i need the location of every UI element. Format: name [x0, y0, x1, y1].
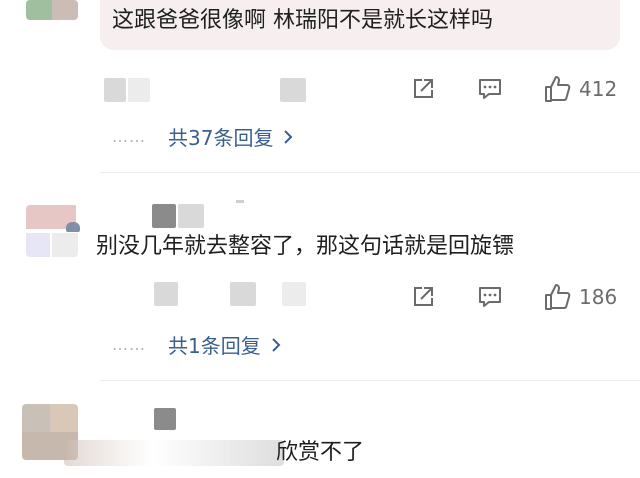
- redacted-username: [178, 204, 204, 228]
- divider: [100, 380, 640, 381]
- chevron-right-icon: [284, 129, 293, 144]
- comment-text: 欣赏不了: [276, 440, 365, 465]
- ellipsis-icon: ……: [112, 127, 146, 146]
- redacted-username: [104, 78, 126, 102]
- thumbs-up-icon: [545, 284, 571, 310]
- like-button[interactable]: 412: [543, 74, 617, 104]
- avatar[interactable]: [26, 0, 78, 20]
- share-button[interactable]: [410, 284, 436, 310]
- redacted-timestamp: [280, 78, 306, 102]
- redacted-username: [236, 200, 244, 203]
- like-count: 186: [579, 285, 618, 309]
- thumbs-up-icon: [545, 76, 571, 102]
- view-replies-link[interactable]: …… 共37条回复: [112, 122, 295, 151]
- comment-icon: [479, 287, 501, 307]
- reply-count: 共37条回复: [168, 126, 274, 150]
- redacted-timestamp: [230, 282, 256, 306]
- verified-badge-icon: [66, 222, 80, 232]
- ellipsis-icon: ……: [112, 335, 146, 354]
- comment-text: 这跟爸爸很像啊 林瑞阳不是就长这样吗: [112, 8, 493, 33]
- redacted-username: [154, 408, 176, 430]
- chevron-right-icon: [272, 337, 281, 352]
- like-count: 412: [579, 77, 618, 101]
- comment-button[interactable]: [477, 76, 503, 102]
- redacted-location: [282, 282, 306, 306]
- reply-count: 共1条回复: [168, 334, 261, 358]
- share-button[interactable]: [410, 76, 436, 102]
- redacted-timestamp: [154, 282, 178, 306]
- view-replies-link[interactable]: …… 共1条回复: [112, 330, 283, 359]
- comment-text: 别没几年就去整容了，那这句话就是回旋镖: [96, 234, 515, 259]
- share-icon: [414, 79, 433, 98]
- redacted-username: [128, 78, 150, 102]
- comment-icon: [479, 79, 501, 99]
- divider: [100, 172, 640, 173]
- share-icon: [414, 287, 433, 306]
- comment-button[interactable]: [477, 284, 503, 310]
- redacted-username: [152, 204, 176, 228]
- redacted-comment-prefix: [64, 440, 284, 466]
- like-button[interactable]: 186: [543, 282, 617, 312]
